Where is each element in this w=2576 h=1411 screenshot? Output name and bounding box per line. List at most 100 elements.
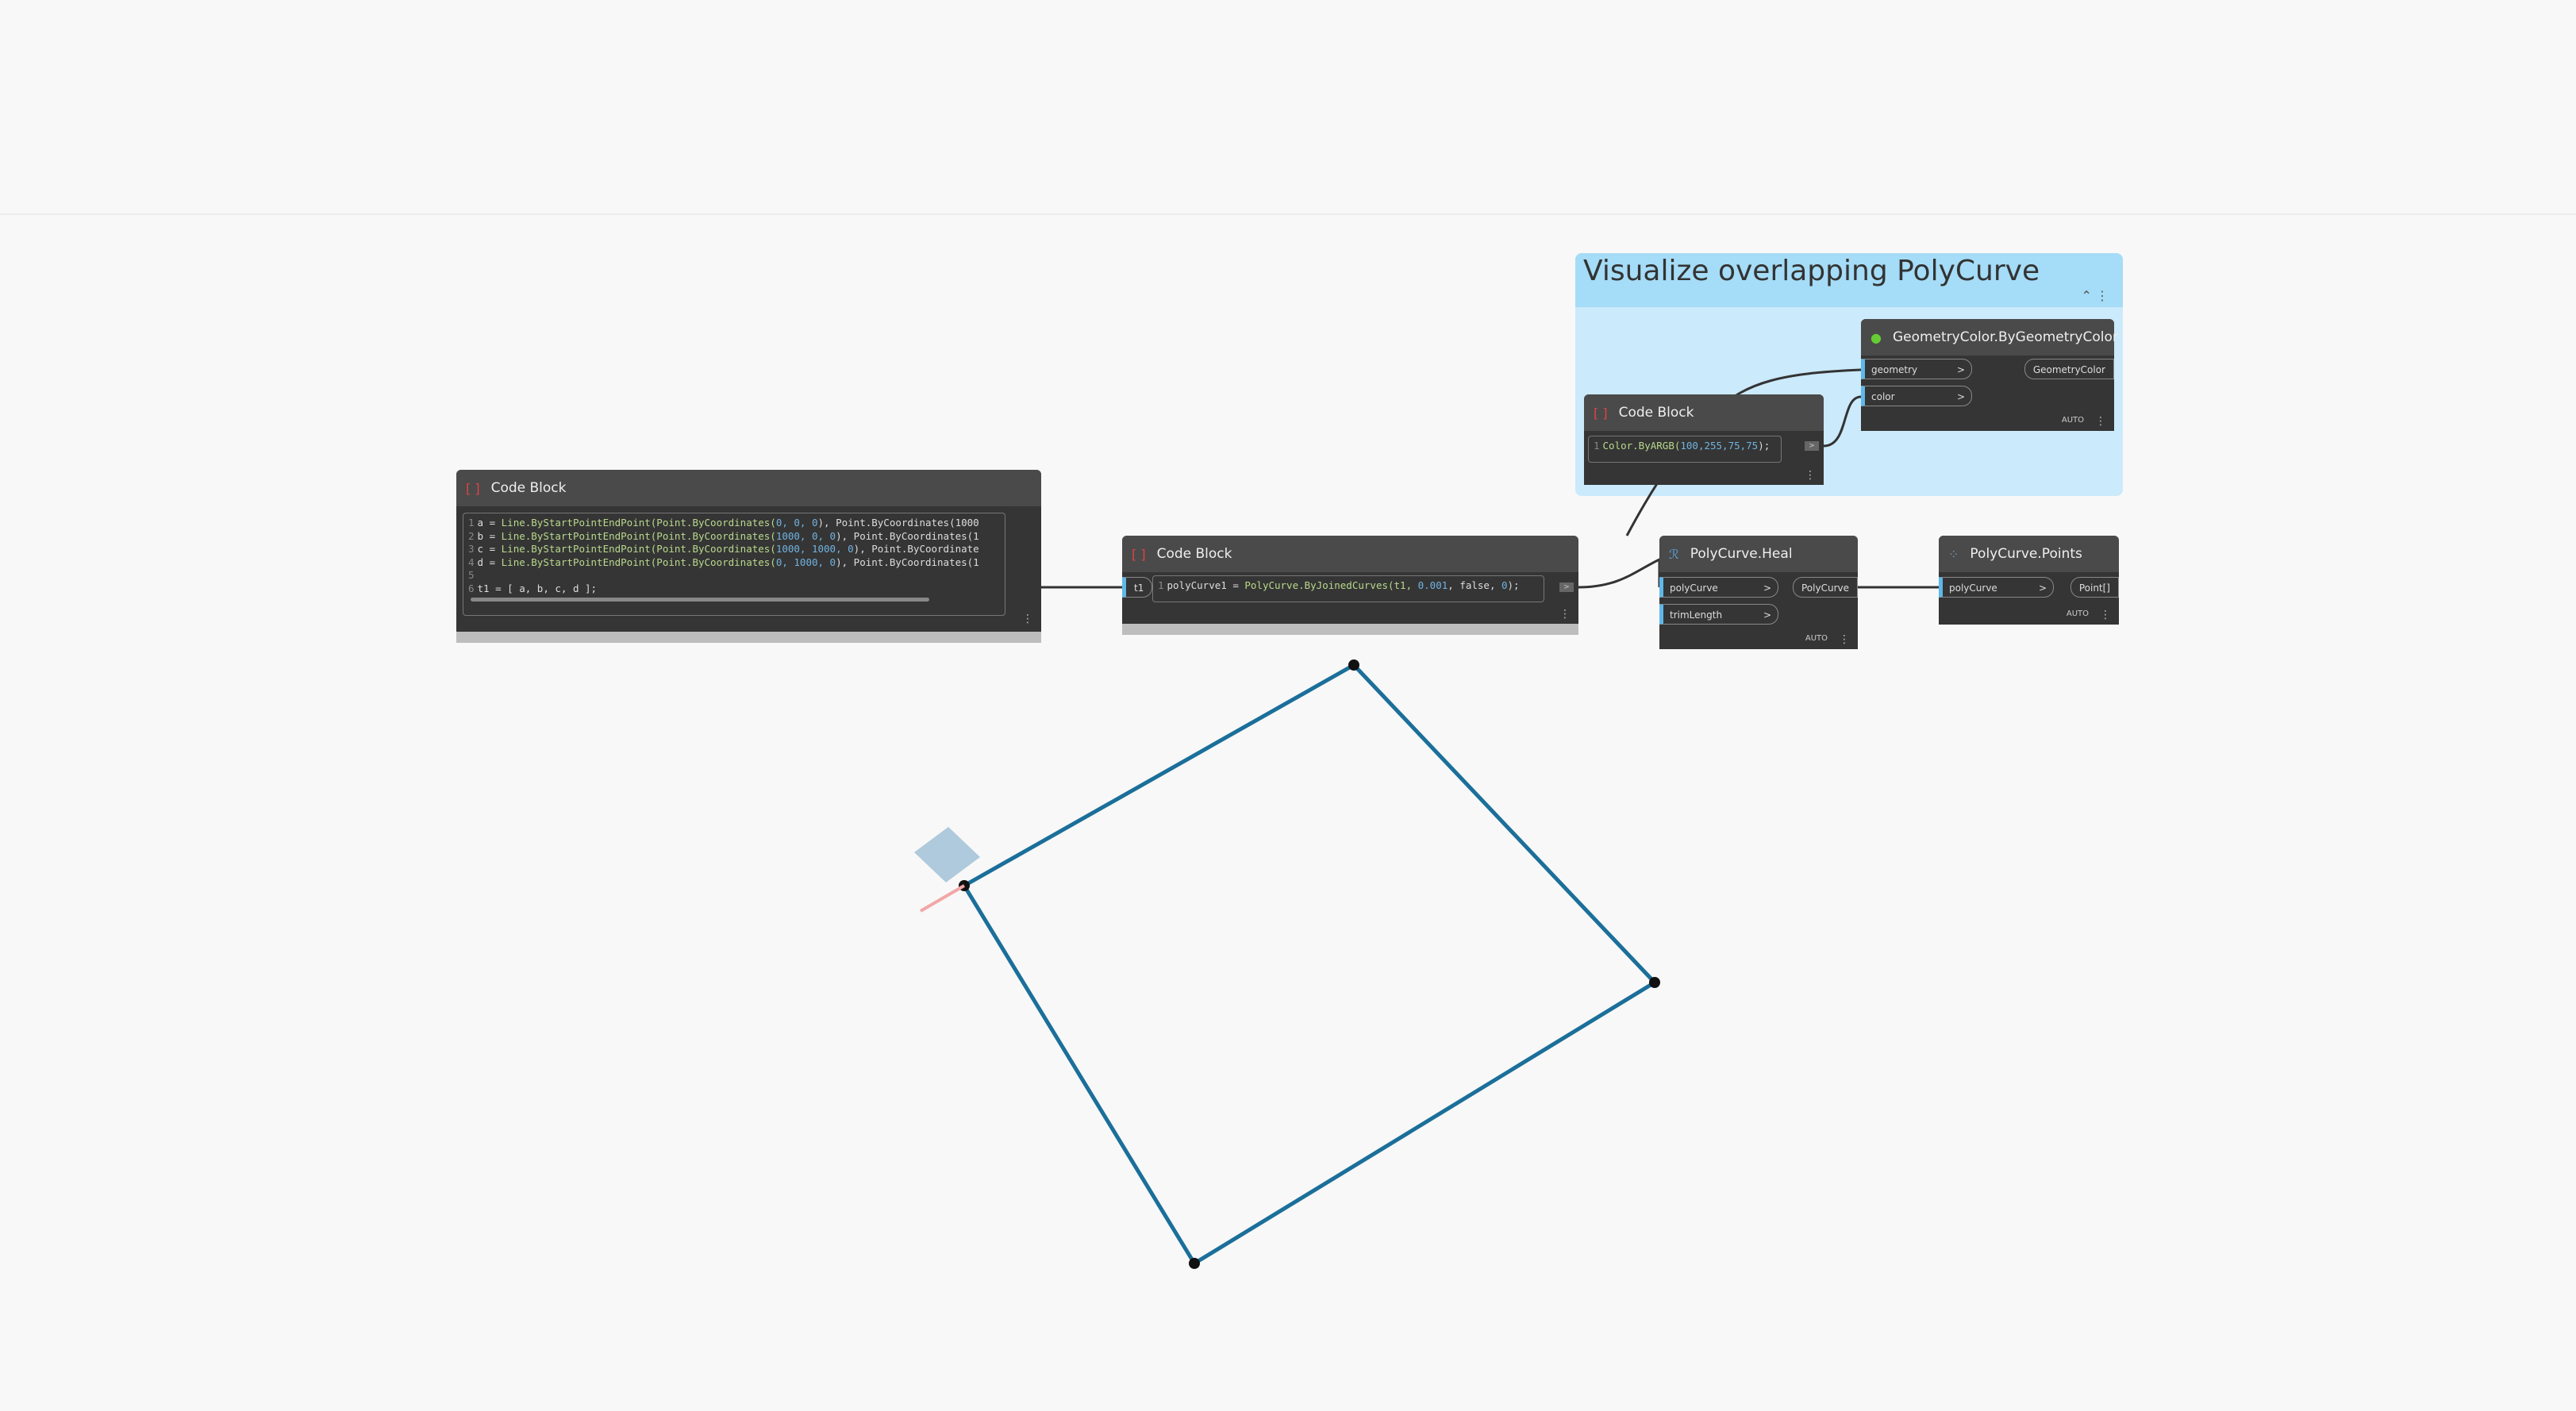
node-title: Code Block: [490, 480, 567, 496]
code-text: Color.ByARGB(: [1602, 440, 1681, 452]
code-text: c =: [477, 543, 502, 555]
input-port-polycurve[interactable]: polyCurve >: [1939, 577, 2054, 598]
more-options-icon[interactable]: ⋮: [1839, 633, 1850, 646]
lacing-label[interactable]: AUTO: [1805, 634, 1828, 643]
node-header[interactable]: [ ] Code Block: [456, 470, 1041, 506]
code-line: 3c = Line.ByStartPointEndPoint(Point.ByC…: [468, 543, 1000, 556]
line-number: 1: [1158, 579, 1164, 591]
code-text: t1 = [ a, b, c, d ];: [477, 582, 598, 594]
code-text: ), Point.ByCoordinates(1000: [817, 517, 979, 529]
more-options-icon[interactable]: ⋮: [1805, 469, 1816, 482]
input-port-t1[interactable]: t1: [1122, 577, 1153, 598]
code-text: );: [1507, 579, 1520, 591]
vertex-point: [1649, 977, 1660, 988]
code-line: 5: [468, 569, 1000, 582]
more-options-icon[interactable]: ⋮: [1022, 613, 1033, 625]
vertex-point: [1189, 1258, 1200, 1269]
port-label: trimLength: [1670, 609, 1723, 621]
canvas-svg: [914, 368, 1939, 1269]
heal-icon: ℛ: [1669, 546, 1679, 562]
node-header[interactable]: [ ] Code Block: [1122, 536, 1578, 572]
code-text: polyCurve1 =: [1167, 579, 1245, 591]
code-text: ), Point.ByCoordinate: [853, 543, 979, 555]
code-text: 4: [468, 556, 475, 568]
lacing-label[interactable]: AUTO: [2062, 416, 2084, 425]
polycurve-points-node[interactable]: ⁘ PolyCurve.Points polyCurve > Point[] AUT…: [1939, 536, 2119, 625]
code-text: 1000, 1000, 0: [775, 543, 854, 555]
node-footer-bar: [456, 632, 1041, 643]
node-header[interactable]: ℛ PolyCurve.Heal: [1659, 536, 1858, 572]
node-header[interactable]: ⁘ PolyCurve.Points: [1939, 536, 2119, 572]
node-title: PolyCurve.Points: [1970, 546, 2082, 562]
code-text: 0, 1000, 0: [775, 556, 836, 568]
node-header[interactable]: ● GeometryColor.ByGeometryColor: [1861, 319, 2118, 356]
code-text: a =: [477, 517, 502, 529]
output-port-polycurve[interactable]: PolyCurve: [1793, 577, 1858, 598]
code-block-icon: [ ]: [1594, 405, 1608, 421]
output-port-points[interactable]: Point[]: [2070, 577, 2119, 598]
node-footer-bar: [1122, 624, 1578, 635]
code-block-node-2[interactable]: [ ] Code Block t1 1 polyCurve1 = PolyCurve…: [1122, 536, 1578, 635]
code-text: Line.ByStartPointEndPoint(Point.ByCoordi…: [501, 517, 776, 529]
code-block-node-1[interactable]: [ ] Code Block 1a = Line.ByStartPointEndP…: [456, 470, 1041, 643]
code-text: 0: [1501, 579, 1508, 591]
wire-color: [1823, 395, 1862, 448]
output-port-geometrycolor[interactable]: GeometryColor: [2024, 359, 2114, 379]
node-title: Code Block: [1156, 546, 1232, 562]
input-port-trimlength[interactable]: trimLength >: [1659, 604, 1778, 625]
input-port-color[interactable]: color >: [1861, 386, 1972, 406]
code-text: 1: [468, 517, 475, 529]
code-text: );: [1758, 440, 1771, 452]
input-port-polycurve[interactable]: polyCurve >: [1659, 577, 1778, 598]
output-port[interactable]: >: [1805, 441, 1819, 451]
color-palette-icon: ●: [1870, 329, 1882, 345]
vertex-point: [1348, 659, 1359, 671]
code-text: 1000, 0, 0: [775, 529, 836, 542]
horizontal-scrollbar[interactable]: [471, 598, 929, 602]
code-text: ), Point.ByCoordinates(1: [836, 556, 979, 568]
code-text: d =: [477, 556, 502, 568]
code-text: 0, 0, 0: [775, 517, 818, 529]
x-axis: [919, 884, 966, 913]
polycurve-preview: [914, 659, 1660, 1269]
node-title: PolyCurve.Heal: [1690, 546, 1793, 562]
polycurve-heal-node[interactable]: ℛ PolyCurve.Heal polyCurve > trimLength > P…: [1659, 536, 1858, 649]
origin-plane: [914, 827, 980, 882]
code-block-icon: [ ]: [466, 480, 480, 496]
port-label: color: [1871, 391, 1895, 402]
port-label: geometry: [1871, 364, 1918, 375]
code-text: b =: [477, 529, 502, 542]
input-port-geometry[interactable]: geometry >: [1861, 359, 1972, 379]
wire-code2-heal: [1578, 557, 1661, 589]
code-text: 6: [468, 582, 475, 594]
lacing-label[interactable]: AUTO: [2067, 609, 2089, 618]
more-options-icon[interactable]: ⋮: [2095, 415, 2106, 428]
port-label: polyCurve: [1949, 582, 1997, 594]
code-text: Line.ByStartPointEndPoint(Point.ByCoordi…: [501, 529, 776, 542]
code-line: 2b = Line.ByStartPointEndPoint(Point.ByC…: [468, 530, 1000, 544]
node-header[interactable]: [ ] Code Block: [1584, 394, 1824, 431]
code-text: 5: [468, 569, 475, 581]
line-number: 1: [1594, 440, 1600, 452]
code-block-node-3[interactable]: [ ] Code Block 1 Color.ByARGB(100,255,75,7…: [1584, 394, 1824, 485]
code-editor[interactable]: 1 Color.ByARGB(100,255,75,75);: [1588, 436, 1782, 463]
code-editor[interactable]: 1 polyCurve1 = PolyCurve.ByJoinedCurves(t…: [1152, 575, 1544, 602]
polycurve-geometry: [961, 662, 1658, 1267]
code-line: 1a = Line.ByStartPointEndPoint(Point.ByC…: [468, 517, 1000, 530]
output-port[interactable]: >: [1559, 582, 1574, 592]
more-options-icon[interactable]: ⋮: [2100, 609, 2111, 621]
code-line: 4d = Line.ByStartPointEndPoint(Point.ByC…: [468, 556, 1000, 570]
points-icon: ⁘: [1948, 546, 1959, 562]
code-text: , false,: [1448, 579, 1501, 591]
geometry-color-node[interactable]: ● GeometryColor.ByGeometryColor geometry >…: [1861, 319, 2118, 431]
code-text: 2: [468, 529, 475, 542]
code-text: PolyCurve.ByJoinedCurves(t1,: [1244, 579, 1418, 591]
node-title: Code Block: [1618, 405, 1694, 421]
port-label: polyCurve: [1670, 582, 1718, 594]
more-options-icon[interactable]: ⋮: [1559, 608, 1571, 621]
node-title: GeometryColor.ByGeometryColor: [1892, 329, 2118, 345]
code-line: 6 t1 = [ a, b, c, d ];: [468, 582, 1000, 596]
code-text: 0.001: [1417, 579, 1448, 591]
code-text: Line.ByStartPointEndPoint(Point.ByCoordi…: [501, 543, 776, 555]
code-text: 100,255,75,75: [1680, 440, 1759, 452]
